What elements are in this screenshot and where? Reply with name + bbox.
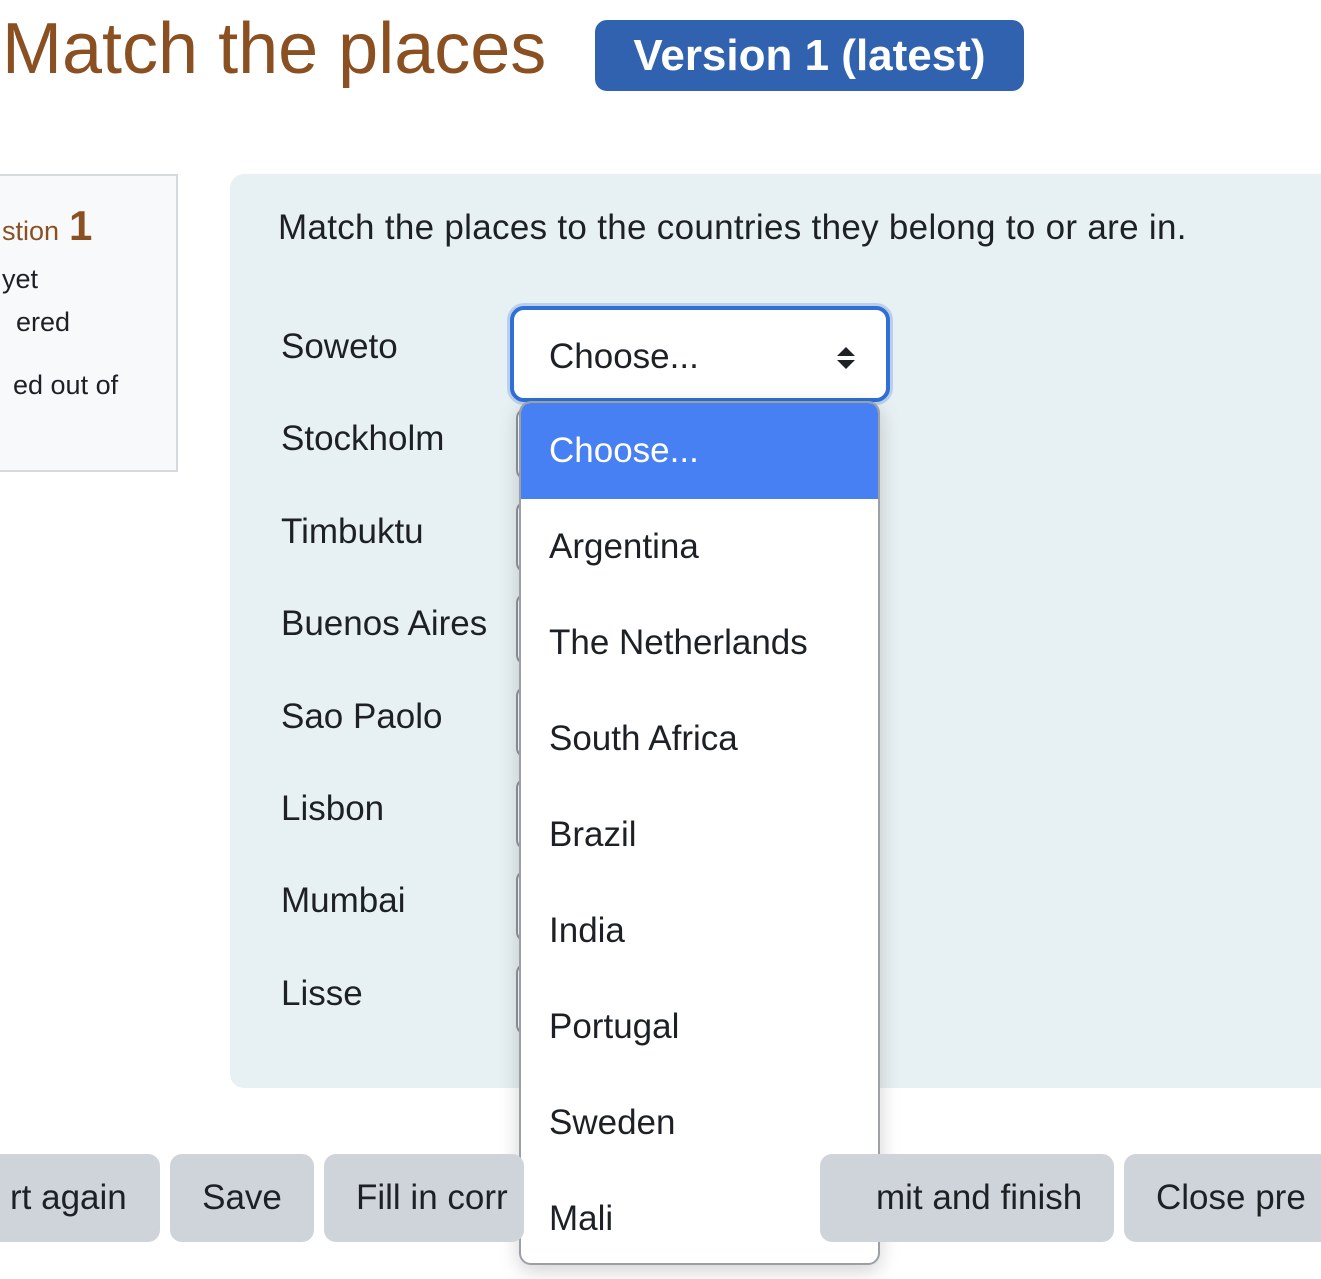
dropdown-option[interactable]: The Netherlands: [521, 595, 878, 691]
place-label: Stockholm: [281, 419, 445, 458]
status-not-yet: yet: [2, 264, 39, 294]
dropdown-option[interactable]: Brazil: [521, 787, 878, 883]
place-label: Mumbai: [281, 881, 406, 920]
question-text: Match the places to the countries they b…: [278, 208, 1187, 247]
save-button[interactable]: Save: [170, 1154, 314, 1242]
start-again-button[interactable]: rt again: [0, 1154, 160, 1242]
dropdown-option[interactable]: Argentina: [521, 499, 878, 595]
close-preview-button[interactable]: Close pre: [1124, 1154, 1321, 1242]
sort-updown-icon: [837, 347, 855, 369]
place-label: Soweto: [281, 327, 398, 366]
question-word: stion: [2, 216, 60, 246]
place-label: Timbuktu: [281, 512, 424, 551]
dropdown-option[interactable]: Choose...: [521, 403, 878, 499]
question-number: 1: [69, 202, 93, 249]
country-dropdown-list[interactable]: Choose... Argentina The Netherlands South A…: [519, 401, 880, 1265]
question-number-heading: stion 1: [2, 202, 92, 250]
dropdown-option[interactable]: South Africa: [521, 691, 878, 787]
version-badge: Version 1 (latest): [595, 20, 1024, 91]
page-title: Match the places: [2, 9, 547, 89]
select-value: Choose...: [549, 337, 699, 376]
dropdown-option[interactable]: India: [521, 883, 878, 979]
status-answered: ered: [16, 307, 71, 337]
question-info-panel: stion 1 yet ered ed out of: [0, 174, 178, 472]
place-label: Buenos Aires: [281, 604, 488, 643]
marked-out-of: ed out of: [13, 370, 119, 400]
place-label: Sao Paolo: [281, 697, 443, 736]
submit-finish-button[interactable]: mit and finish: [820, 1154, 1114, 1242]
soweto-select[interactable]: Choose...: [510, 306, 890, 402]
dropdown-option[interactable]: Portugal: [521, 979, 878, 1075]
place-label: Lisse: [281, 974, 363, 1013]
place-label: Lisbon: [281, 789, 385, 828]
fill-correct-button[interactable]: Fill in corr: [324, 1154, 524, 1242]
